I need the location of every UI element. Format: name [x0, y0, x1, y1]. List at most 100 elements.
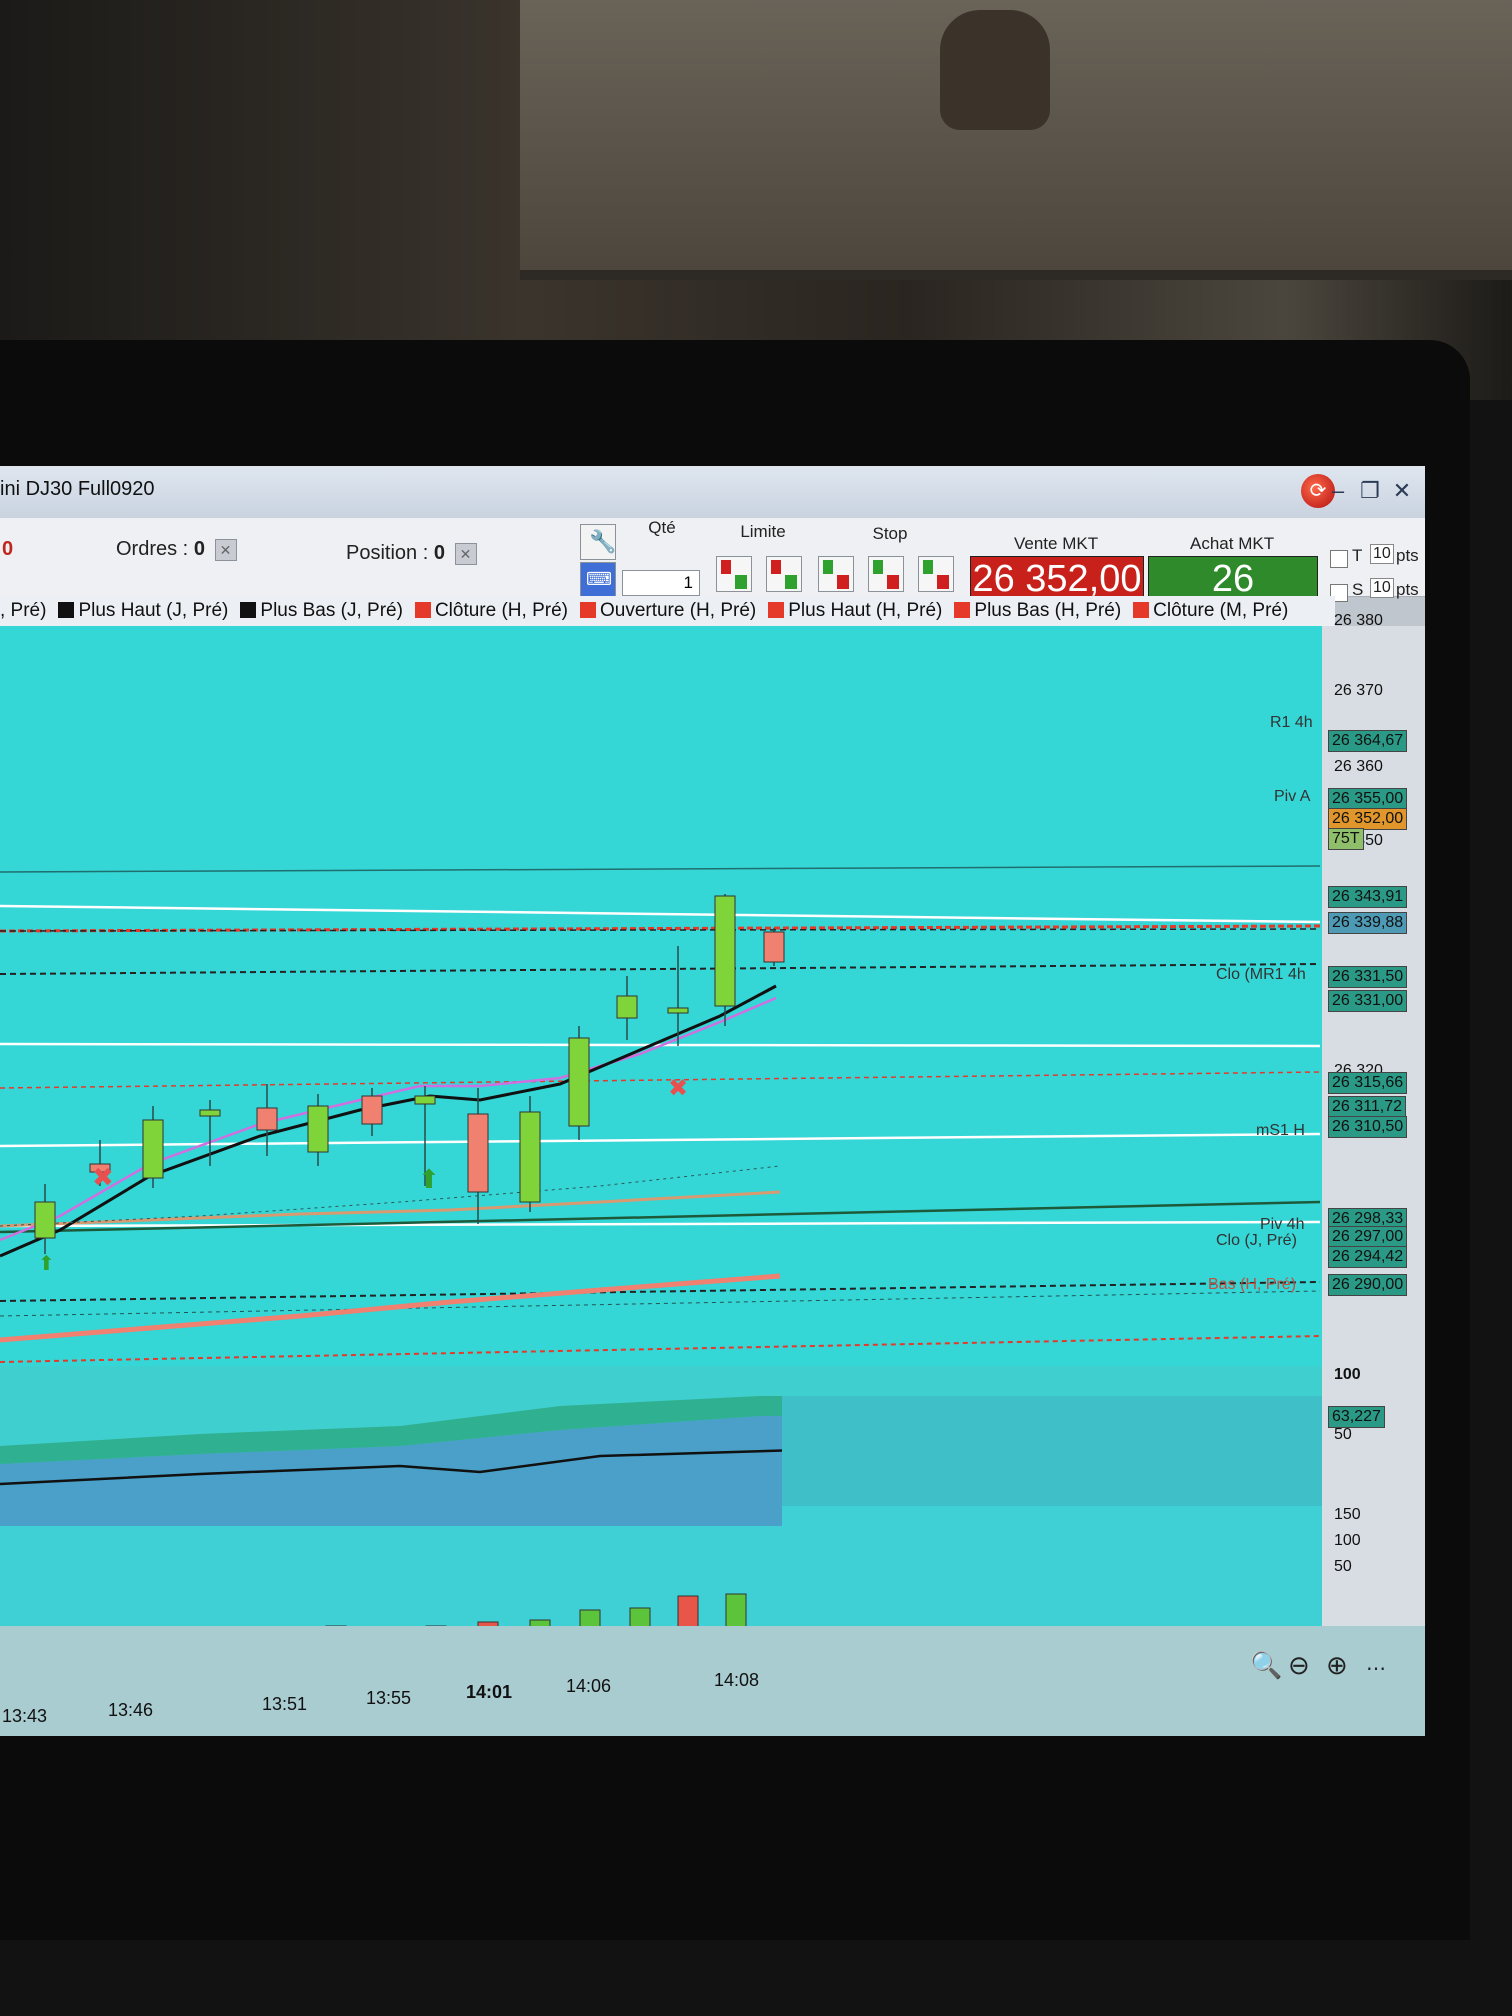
orders-label-text: Ordres :	[116, 538, 189, 560]
vol-tick: 150	[1334, 1506, 1361, 1523]
legend-text: Plus Bas (J, Pré)	[260, 600, 403, 621]
chart-background	[0, 626, 1335, 1366]
candle-body	[763, 931, 785, 963]
candle-body	[414, 1095, 436, 1105]
wrench-icon[interactable]: 🔧	[580, 524, 616, 560]
legend-text: , Pré)	[0, 600, 47, 621]
volume-bar	[725, 1593, 747, 1626]
osc-tick: 50	[1334, 1426, 1352, 1443]
legend-text: Plus Haut (H, Pré)	[788, 600, 943, 621]
legend-swatch	[954, 602, 971, 618]
axis-tick: 26 360	[1334, 758, 1383, 775]
bas-h-label: Bas (H, Pré)	[1208, 1276, 1297, 1293]
limit-sell-icon[interactable]	[766, 556, 802, 592]
t-checkbox[interactable]	[1330, 550, 1348, 568]
axis-price-tag: 26 310,50	[1328, 1116, 1408, 1138]
legend-swatch	[1133, 602, 1150, 618]
qty-label: Qté	[648, 518, 676, 537]
orders-label: Ordres : 0 ✕	[116, 538, 237, 561]
axis-price-tag: 26 339,88	[1328, 912, 1408, 934]
legend-item[interactable]: Plus Bas (J, Pré)	[240, 596, 409, 626]
more-options-icon[interactable]: ⋯	[1366, 1656, 1386, 1681]
osc-value-tag: 63,227	[1328, 1406, 1385, 1428]
legend-swatch	[768, 602, 785, 618]
clo-j-label: Clo (J, Pré)	[1216, 1232, 1297, 1249]
legend-item[interactable]: Plus Haut (J, Pré)	[58, 596, 234, 626]
candle-body	[714, 895, 736, 1007]
title-bar: ini DJ30 Full0920 ⟳ – ❐ ✕	[0, 466, 1425, 519]
legend-item[interactable]: Clôture (H, Pré)	[414, 596, 574, 626]
legend-swatch	[240, 602, 257, 618]
candle-body	[568, 1037, 590, 1127]
legend-swatch	[58, 602, 75, 618]
axis-tick: 26 380	[1334, 612, 1383, 629]
candle-body	[361, 1095, 383, 1125]
axis-price-tag: 26 294,42	[1328, 1246, 1408, 1268]
axis-price-tag: 26 311,72	[1328, 1096, 1406, 1118]
legend-text: Ouverture (H, Pré)	[599, 600, 757, 621]
price-chart: ✖ ✖ ⬆ ⬆	[0, 626, 1335, 1626]
legend-swatch	[579, 602, 596, 618]
legend-item[interactable]: Plus Haut (H, Pré)	[768, 596, 948, 626]
time-label: 13:43	[2, 1706, 48, 1726]
sell-signal-icon: ✖	[668, 1074, 688, 1102]
window-controls: – ❐ ✕	[1327, 478, 1413, 504]
limit-label: Limite	[740, 522, 786, 541]
position-value: 0	[433, 542, 445, 564]
candle-body	[34, 1201, 56, 1239]
axis-price-tag: 26 297,00	[1328, 1226, 1408, 1248]
stop-label: Stop	[872, 524, 908, 543]
legend-text: Plus Haut (J, Pré)	[78, 600, 229, 621]
legend-item[interactable]: Plus Bas (H, Pré)	[954, 596, 1127, 626]
restore-icon[interactable]: ❐	[1359, 478, 1381, 504]
axis-price-tag: 26 290,00	[1328, 1274, 1408, 1296]
axis-price-tag: 26 315,66	[1328, 1072, 1408, 1094]
legend-text: Clôture (H, Pré)	[434, 600, 568, 621]
legend-text: Plus Bas (H, Pré)	[974, 600, 1122, 621]
legend-item[interactable]: Ouverture (H, Pré)	[579, 596, 762, 626]
qty-input[interactable]: 1	[622, 570, 700, 596]
candle-body	[519, 1111, 541, 1203]
time-label: 13:55	[366, 1688, 412, 1708]
legend-item[interactable]: Clôture (M, Pré)	[1133, 596, 1294, 626]
zoom-in-icon[interactable]: ⊕	[1326, 1650, 1348, 1681]
stop-limit-icon[interactable]	[918, 556, 954, 592]
minimize-icon[interactable]: –	[1327, 478, 1349, 504]
zoom-search-icon[interactable]: 🔍	[1250, 1650, 1282, 1681]
candle-body	[307, 1105, 329, 1153]
t-pts-label: pts	[1396, 546, 1419, 565]
position-label: Position : 0 ✕	[346, 542, 477, 565]
candle-body	[256, 1107, 278, 1131]
time-label: 14:06	[566, 1676, 612, 1696]
candle-body	[616, 995, 638, 1019]
legend-swatch	[414, 602, 431, 618]
limit-buy-icon[interactable]	[716, 556, 752, 592]
axis-price-tag: 26 355,00	[1328, 788, 1408, 810]
axis-tick: 26 370	[1334, 682, 1383, 699]
axis-price-tag: 75T	[1328, 828, 1364, 850]
pivot-label: Piv A	[1274, 788, 1311, 805]
position-clear-icon[interactable]: ✕	[454, 542, 477, 565]
position-label-text: Position :	[346, 542, 429, 564]
buy-mkt-label: Achat MKT	[1190, 534, 1275, 553]
volume-bar	[677, 1595, 699, 1626]
volume-bar	[629, 1607, 651, 1626]
time-label: 13:46	[108, 1700, 154, 1720]
osc-tick: 100	[1334, 1366, 1361, 1383]
trading-app-screen: ini DJ30 Full0920 ⟳ – ❐ ✕ 0 Ordres : 0 ✕…	[0, 466, 1425, 1736]
sell-mkt-label: Vente MKT	[1014, 534, 1099, 553]
orders-clear-icon[interactable]: ✕	[214, 538, 237, 561]
legend-item[interactable]: , Pré)	[0, 596, 52, 626]
stop-sell-icon[interactable]	[868, 556, 904, 592]
t-points-input[interactable]: 10	[1370, 544, 1394, 564]
candle-body	[199, 1109, 221, 1117]
axis-price-tag: 26 331,00	[1328, 990, 1408, 1012]
axis-price-tag: 26 364,67	[1328, 730, 1408, 752]
time-label: 14:01	[466, 1682, 513, 1702]
s-points-input[interactable]: 10	[1370, 578, 1394, 598]
zoom-out-icon[interactable]: ⊖	[1288, 1650, 1310, 1681]
keyboard-icon[interactable]: ⌨	[580, 562, 616, 598]
clo-mr1-label: Clo (MR1 4h	[1216, 966, 1306, 983]
stop-buy-icon[interactable]	[818, 556, 854, 592]
close-icon[interactable]: ✕	[1391, 478, 1413, 504]
